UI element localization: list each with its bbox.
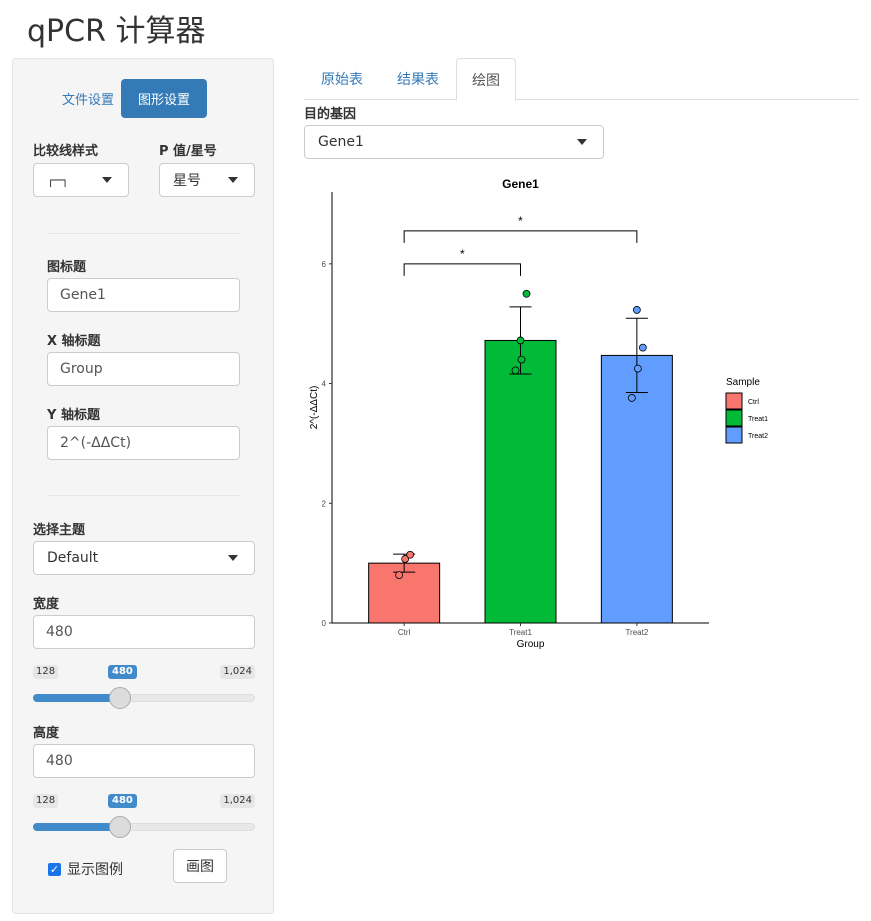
checkbox-checked-icon[interactable]: ✓ (48, 862, 61, 876)
legend-swatch (725, 426, 743, 444)
draw-button[interactable]: 画图 (173, 849, 227, 883)
compare-line-value: ┌─┐ (47, 173, 69, 187)
width-slider[interactable]: 128 480 1,024 (33, 665, 255, 715)
compare-line-select[interactable]: ┌─┐ (33, 163, 129, 197)
data-point (522, 289, 531, 298)
legend-label: Treat1 (748, 416, 768, 423)
height-slider-value: 480 (108, 794, 137, 808)
data-point (511, 366, 520, 375)
data-point (627, 394, 636, 402)
chart-title-label: 图标题 (47, 260, 87, 275)
legend-label: Ctrl (748, 399, 759, 406)
tab-raw-table[interactable]: 原始表 (304, 58, 380, 100)
data-point (517, 355, 526, 364)
height-input[interactable]: 480 (33, 744, 255, 778)
data-point (633, 364, 642, 373)
theme-select[interactable]: Default (33, 541, 255, 575)
qpcr-bar-chart: Gene1 0 2 4 6 2^(-ΔΔCt) Group Ctrl Treat1 Treat2 *… (309, 177, 768, 650)
gene-select-value: Gene1 (318, 134, 364, 150)
height-label: 高度 (33, 726, 60, 741)
tab-plot[interactable]: 绘图 (456, 58, 516, 101)
show-legend-checkbox[interactable]: ✓ 显示图例 (48, 859, 123, 879)
width-slider-value: 480 (108, 665, 137, 679)
chart-title-input[interactable]: Gene1 (47, 278, 240, 312)
divider (47, 495, 241, 496)
height-slider-handle[interactable] (109, 816, 131, 838)
chevron-down-icon (228, 177, 238, 183)
width-slider-min: 128 (33, 665, 59, 679)
width-slider-handle[interactable] (109, 687, 131, 709)
height-slider-max: 1,024 (220, 794, 255, 808)
legend-title: Sample (726, 377, 760, 388)
y-axis-title: 2^(-ΔΔCt) (309, 386, 320, 430)
height-slider[interactable]: 128 480 1,024 (33, 794, 255, 844)
tab-graph-settings[interactable]: 图形设置 (121, 79, 207, 118)
data-point (516, 336, 525, 345)
sidebar-panel: 文件设置 图形设置 比较线样式 ┌─┐ P 值/星号 星号 图标题 Gene1 … (12, 58, 274, 914)
significance-label: * (518, 214, 523, 228)
x-axis-title: Group (517, 639, 545, 650)
gene-select-label: 目的基因 (304, 107, 357, 122)
bar-treat2 (600, 354, 673, 624)
data-point (395, 571, 404, 580)
gene-select[interactable]: Gene1 (304, 125, 604, 159)
width-input[interactable]: 480 (33, 615, 255, 649)
app-title: qPCR 计算器 (27, 14, 206, 49)
height-slider-fill (33, 823, 120, 831)
x-tick-label: Treat2 (625, 628, 648, 637)
comparison-bracket (403, 263, 521, 276)
y-tick-label: 6 (322, 260, 327, 269)
y-tick-label: 0 (322, 619, 327, 628)
data-point (406, 550, 415, 559)
width-label: 宽度 (33, 597, 60, 612)
significance-label: * (460, 247, 465, 261)
theme-value: Default (47, 550, 99, 566)
x-tick-label: Treat1 (509, 628, 532, 637)
pvalue-label: P 值/星号 (159, 144, 217, 159)
y-tick-label: 2 (322, 499, 327, 508)
comparison-bracket (403, 230, 638, 243)
divider (47, 233, 241, 234)
x-title-label: X 轴标题 (47, 334, 101, 349)
legend-label: Treat2 (748, 433, 768, 440)
pvalue-value: 星号 (173, 173, 201, 189)
legend-swatch (725, 409, 743, 427)
y-tick-label: 4 (322, 380, 327, 389)
chevron-down-icon (228, 555, 238, 561)
chart-title: Gene1 (502, 177, 539, 191)
height-slider-min: 128 (33, 794, 59, 808)
y-title-input[interactable]: 2^(-ΔΔCt) (47, 426, 240, 460)
tab-result-table[interactable]: 结果表 (380, 58, 456, 100)
legend-swatch (725, 392, 743, 410)
y-title-label: Y 轴标题 (47, 408, 100, 423)
bar-treat1 (484, 339, 557, 624)
width-slider-fill (33, 694, 120, 702)
main-tabs: 原始表 结果表 绘图 (304, 58, 859, 101)
data-point (632, 306, 641, 314)
theme-label: 选择主题 (33, 523, 86, 538)
x-title-input[interactable]: Group (47, 352, 240, 386)
pvalue-select[interactable]: 星号 (159, 163, 255, 197)
data-point (638, 343, 647, 352)
compare-line-label: 比较线样式 (33, 144, 99, 159)
chevron-down-icon (577, 139, 587, 145)
width-slider-max: 1,024 (220, 665, 255, 679)
x-tick-label: Ctrl (398, 628, 411, 637)
show-legend-label: 显示图例 (67, 862, 123, 878)
chevron-down-icon (102, 177, 112, 183)
